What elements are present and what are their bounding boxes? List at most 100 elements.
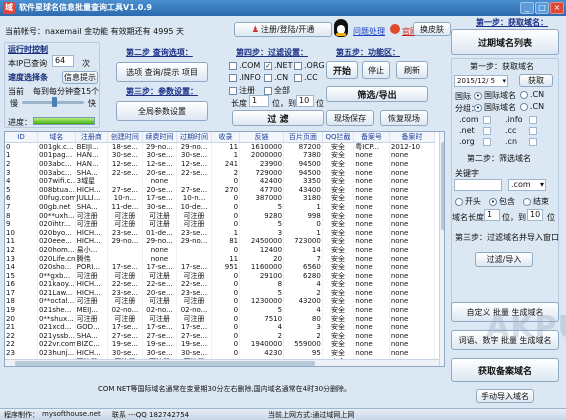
table-cell: none [389,288,436,298]
query-options-button[interactable]: 选项 查询/提示 项目 [116,62,208,82]
manual-import-button[interactable]: 手动导入域名 [476,389,534,403]
minimize-button[interactable]: _ [520,2,534,14]
table-row[interactable]: 20 0**shux... 可注册 可注册 可注册 可注册 0 7510 80 安全 none non… [5,314,436,323]
length-from-input[interactable]: 1 [249,95,269,107]
column-header[interactable]: 反链 [239,132,285,143]
import-button[interactable]: 过滤/导入 [475,252,533,267]
column-header[interactable]: 域名 [37,132,76,143]
tld-cn-checkbox[interactable]: .CN [264,73,288,82]
table-hscrollbar[interactable] [5,359,439,366]
save-scene-button[interactable]: 现场保存 [326,110,374,126]
group-cn-radio[interactable]: .CN [520,102,544,111]
group-intl-radio[interactable]: • 国际域名 [474,102,516,113]
length-to-input[interactable]: 10 [296,95,314,107]
table-row[interactable]: 25023zdn...金陈...1183000182000安全nonenone [5,365,436,366]
speed-slider[interactable] [22,97,84,107]
table-row[interactable]: 22 022vr.com BIZC... 19-se... 19-se... 19-se.… [5,340,436,349]
table-row[interactable]: 17 021Law... HICH... 23-se... 20-se... 23-se.… [5,288,436,298]
table-row[interactable]: 13 020Life.cn 腾伟 none 11 20 7 安全 none none [5,254,436,263]
column-header[interactable]: 创建时间 [107,132,143,143]
column-header[interactable]: 注册商 [75,132,109,143]
global-params-button[interactable]: 全局参数设置 [116,101,208,121]
column-header[interactable]: 收录 [211,132,241,143]
table-row[interactable]: 4 007wifi.c... 3域星 none 0 42400 3350 安全 none none [5,176,436,186]
ends-with-radio[interactable]: 结束 [523,196,549,207]
refresh-button[interactable]: 刷新 [396,61,428,79]
table-cell: 80 [283,314,323,323]
tld-org-check[interactable] [483,138,491,146]
table-row[interactable]: 6 00fug.com JULLI... 10-n... 17-se... 10-n...… [5,194,436,203]
tld-cc-check[interactable] [529,127,537,135]
table-row[interactable]: 2 003abc... HAN... 12-se... 12-se... 12-se...… [5,159,436,169]
intl-radio[interactable]: • 国际域名 [474,90,516,101]
table-cell: HICH... [75,348,109,358]
table-row[interactable]: 5 008btua... HICH... 27-se... 20-se... 27-se.… [5,185,436,195]
skin-button[interactable]: 换皮肤 [413,22,451,36]
start-button[interactable]: 开始 [326,61,358,79]
speed-slider-thumb[interactable] [52,97,57,107]
table-row[interactable]: 3 003abc... SHA... 22-se... 20-se... 22-se...… [5,168,436,177]
cn-radio[interactable]: .CN [520,90,544,99]
filter-button[interactable]: 过 滤 [232,110,324,126]
tld-com-check[interactable] [483,116,491,124]
problem-link[interactable]: 问题处理 [353,26,385,37]
table-row[interactable]: 19 021she... MEIJ... 02-no... 02-no... 02-no.… [5,305,436,315]
table-row[interactable]: 9 020ihtr... 可注册 可注册 可注册 可注册 0 5 0 安全 none none [5,219,436,229]
fetch-button[interactable]: 获取 [519,74,553,87]
table-row[interactable]: 11 020eee... HICH... 29-no... 29-no... 29-no.… [5,237,436,246]
table-row[interactable]: 18 0**octal... 可注册 可注册 可注册 可注册 0 1230000 43200 安全… [5,297,436,306]
table-row[interactable]: 1 001pag... HAN... 30-se... 30-se... 30-se...… [5,151,436,160]
tld-cc-checkbox[interactable]: .CC [294,73,318,82]
column-header[interactable]: QQ拦截 [322,132,355,143]
column-header[interactable]: ID [5,132,38,143]
close-button[interactable]: × [550,2,564,14]
restore-scene-button[interactable]: 恢复现场 [380,110,428,126]
table-row[interactable]: 21 021xcd... GOD... 17-se... 17-se... 17-se..… [5,322,436,332]
table-vscrollbar[interactable] [439,132,444,366]
tld-net-check[interactable] [483,127,491,135]
tld-cn-check[interactable] [529,138,537,146]
table-row[interactable]: 7 00gb.net SHA... 11-de... 30-se... 10-de... 0… [5,202,436,212]
table-cell: 7510 [239,314,285,323]
table-cell: none [389,219,436,229]
table-row[interactable]: 8 00**uxh... 可注册 可注册 可注册 可注册 0 9280 998 安全 none non… [5,211,436,220]
info-button[interactable]: 信息提示 [62,71,98,84]
hscroll-thumb[interactable] [15,361,315,366]
maximize-button[interactable]: □ [535,2,549,14]
status-site[interactable]: mysofthouse.net [42,410,101,418]
column-header[interactable]: 续费时间 [142,132,178,143]
column-header[interactable]: 百片页面 [283,132,323,143]
table-row[interactable]: 14 020sho... PORI... 17-se... 17-se... 17-se.… [5,262,436,272]
qq-penguin-icon[interactable] [334,19,348,37]
keyword-input[interactable] [454,179,502,191]
select-export-button[interactable]: 筛选/导出 [326,86,428,102]
table-row[interactable]: 22 021yssb... SHA... 27-se... 27-se... 27-se.… [5,331,436,341]
tld-info-checkbox[interactable]: .INFO [229,73,261,82]
contains-radio[interactable]: • 包含 [489,196,515,207]
table-cell: none [353,228,390,238]
starts-with-radio[interactable]: 开头 [455,196,481,207]
domain-length-to[interactable]: 10 [527,209,543,221]
column-header[interactable]: 备案时 [389,132,436,143]
stop-button[interactable]: 停止 [362,61,390,79]
get-beian-button[interactable]: 获取备案域名 [451,358,559,382]
table-row[interactable]: 15 0**gxb... 可注册 可注册 可注册 可注册 0 29100 6280 安全 none n… [5,271,436,280]
table-row[interactable]: 10 020byo... HICH... 23-se... 01-de... 23-se.… [5,228,436,238]
date-picker[interactable]: 2015/12/ 5 ▾ [454,75,508,87]
table-row[interactable]: 16 021kaoy... HICH... 22-se... 22-se... 22-se… [5,280,436,289]
tld-com-checkbox[interactable]: .COM [229,61,260,70]
table-row[interactable]: 23 023hunj... HICH... 30-se... 30-se... 30-se… [5,348,436,358]
domain-length-from[interactable]: 1 [484,209,500,221]
keyword-tld-select[interactable]: .com ▾ [508,179,546,191]
tld-org-checkbox[interactable]: .ORG [294,61,325,70]
table-cell: 安全 [322,280,355,289]
column-header[interactable]: 备案号 [353,132,390,143]
expired-domains-button[interactable]: 过期域名列表 [451,29,559,55]
vscroll-thumb[interactable] [441,142,444,230]
register-button[interactable]: ♟ 注册/登陆/开通 [234,22,332,37]
tld-info-check[interactable] [529,116,537,124]
tld-net-checkbox[interactable]: ✓ .NET [264,61,292,70]
table-row[interactable]: 0 001gk.c... BEIJI... 18-se... 29-no... 29-no… [5,142,436,152]
table-row[interactable]: 12 020hom... 易小... none 0 12400 14 安全 none none [5,245,436,255]
column-header[interactable]: 过期时间 [176,132,212,143]
